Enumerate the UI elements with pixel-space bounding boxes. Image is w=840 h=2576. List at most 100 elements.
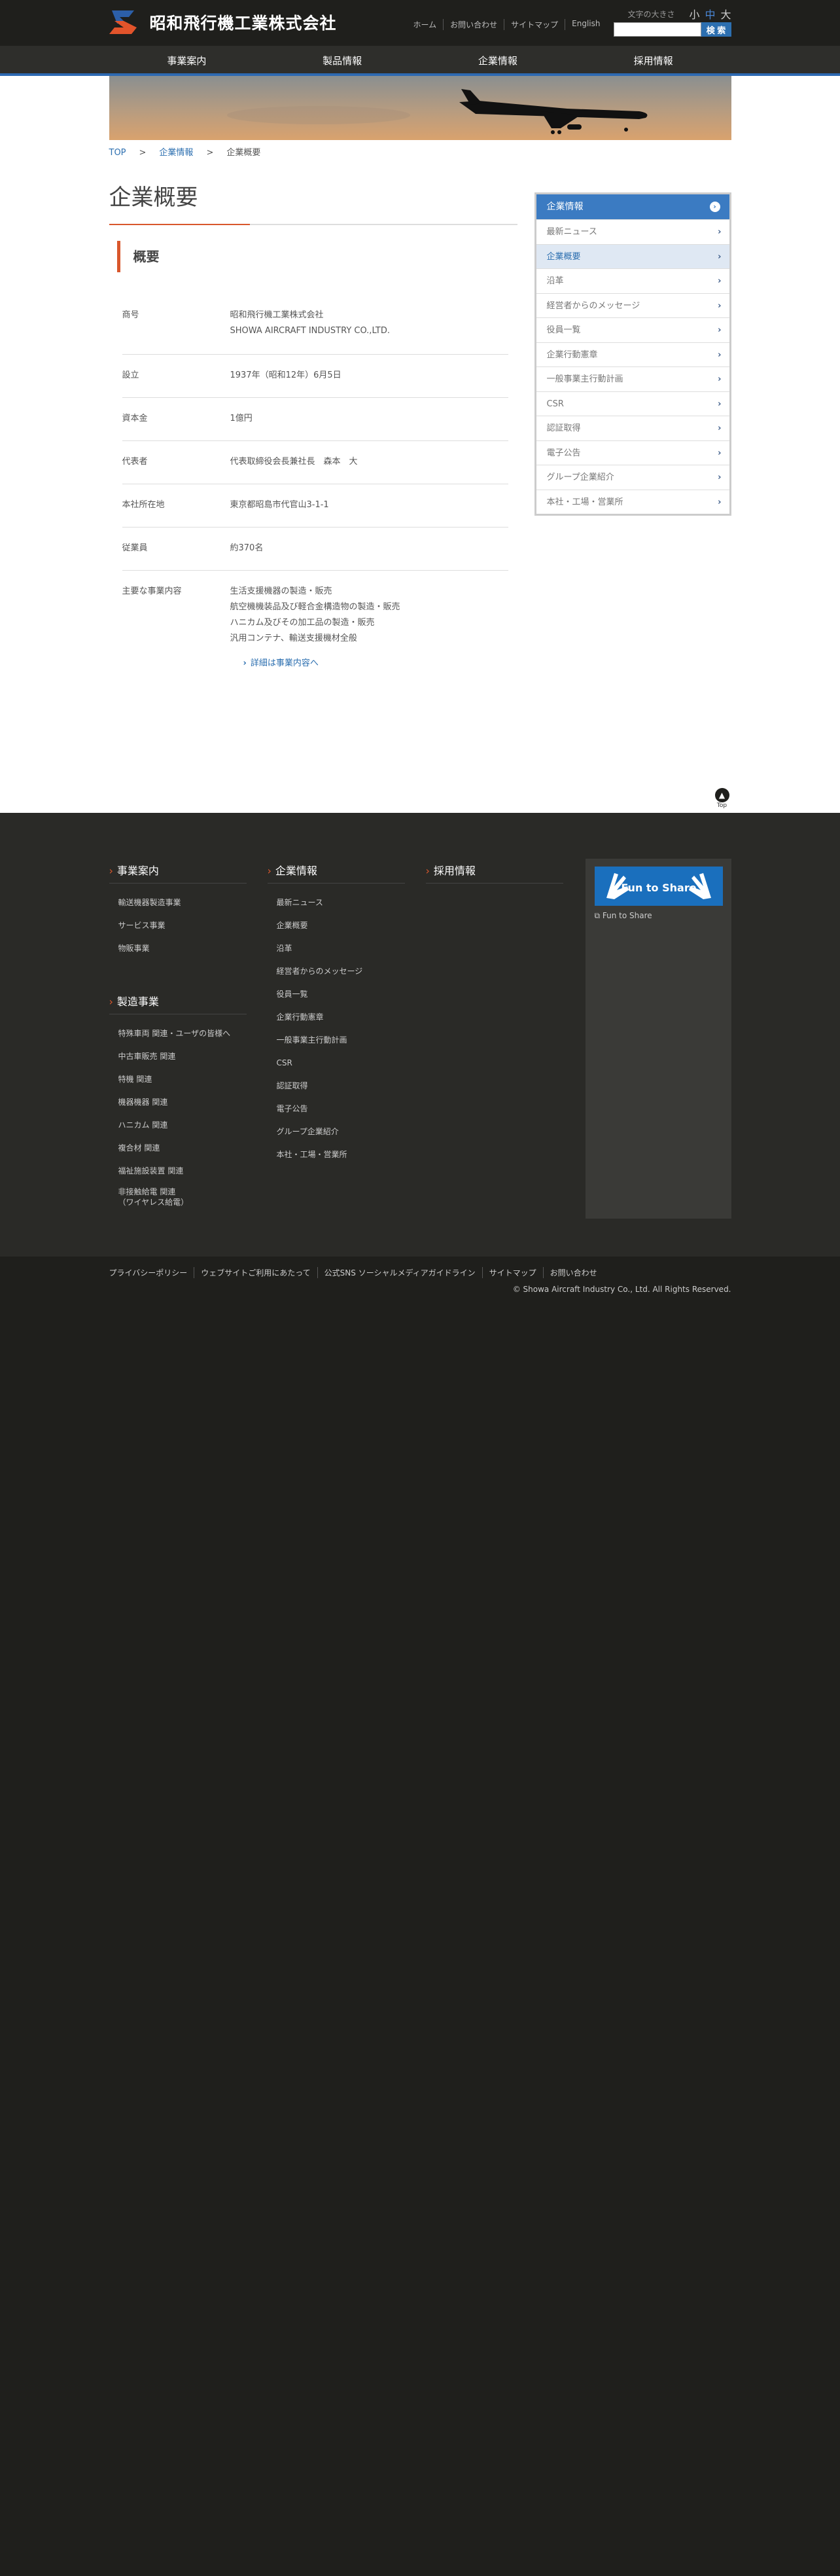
font-size-small[interactable]: 小 <box>689 6 699 22</box>
gnav-business[interactable]: 事業案内 <box>109 46 265 76</box>
info-value: 1937年（昭和12年）6月5日 <box>230 370 341 380</box>
arrow-up-icon: ▲ <box>714 788 729 802</box>
footer-link[interactable]: 電子公告 <box>268 1098 405 1120</box>
sidebar-item-news[interactable]: 最新ニュース › <box>536 219 729 244</box>
bottom-link-terms[interactable]: ウェブサイトご利用にあたって <box>194 1267 317 1278</box>
info-row-head-office: 本社所在地 東京都昭島市代官山3-1-1 <box>122 484 508 528</box>
info-row-representative: 代表者 代表取締役会長兼社長 森本 大 <box>122 441 508 484</box>
business-detail-link[interactable]: › 詳細は事業内容へ <box>243 656 508 668</box>
info-row-employees: 従業員 約370名 <box>122 528 508 571</box>
sidebar-item-e-notice[interactable]: 電子公告 › <box>536 440 729 465</box>
company-info-table: 商号 昭和飛行機工業株式会社 SHOWA AIRCRAFT INDUSTRY CO… <box>122 295 508 668</box>
footer-col-recruit: › 採用情報 <box>425 862 563 891</box>
footer-col-company: › 企業情報 最新ニュース 企業概要 沿革 経営者からのメッセージ 役員一覧 企業… <box>267 862 405 1166</box>
footer-link[interactable]: 最新ニュース <box>268 891 405 914</box>
breadcrumb-current: 企業概要 <box>226 148 261 158</box>
copyright: © Showa Aircraft Industry Co., Ltd. All … <box>512 1285 731 1294</box>
footer-link[interactable]: 中古車販売 関連 <box>109 1045 247 1068</box>
info-row-business: 主要な事業内容 生活支援機器の製造・販売 航空機機装品及び軽合金構造物の製造・販… <box>122 571 508 656</box>
util-link-sitemap[interactable]: サイトマップ <box>504 19 565 30</box>
chevron-right-icon: › <box>718 448 722 458</box>
info-value: 昭和飛行機工業株式会社 SHOWA AIRCRAFT INDUSTRY CO.,L… <box>230 310 390 336</box>
fun-to-share-link[interactable]: ⧉ Fun to Share <box>595 911 731 921</box>
footer-link[interactable]: 物販事業 <box>109 937 247 960</box>
bottom-link-sitemap[interactable]: サイトマップ <box>481 1267 543 1278</box>
sidebar-item-history[interactable]: 沿革 › <box>536 268 729 293</box>
utility-nav: ホーム お問い合わせ サイトマップ English <box>407 19 607 30</box>
back-to-top-button[interactable]: ▲ Top <box>713 788 731 809</box>
chevron-right-icon: › <box>718 300 722 311</box>
footer-link[interactable]: 企業概要 <box>268 914 405 937</box>
chevron-right-icon: › <box>425 865 430 877</box>
footer-link[interactable]: 本社・工場・営業所 <box>268 1143 405 1166</box>
page-title: 企業概要 <box>109 179 517 225</box>
footer-link[interactable]: CSR <box>268 1052 405 1075</box>
sidebar-item-csr[interactable]: CSR › <box>536 391 729 416</box>
util-link-home[interactable]: ホーム <box>407 19 444 30</box>
bottom-link-contact[interactable]: お問い合わせ <box>542 1267 604 1278</box>
sidebar-item-officers[interactable]: 役員一覧 › <box>536 317 729 342</box>
footer-link[interactable]: 機器機器 関連 <box>109 1091 247 1114</box>
footer-heading-recruit[interactable]: › 採用情報 <box>425 862 563 884</box>
global-nav: 事業案内 製品情報 企業情報 採用情報 <box>0 46 840 76</box>
footer-link[interactable]: 経営者からのメッセージ <box>268 960 405 983</box>
font-size-medium[interactable]: 中 <box>705 6 715 22</box>
fun-to-share-banner[interactable]: Fun to Share <box>594 867 723 906</box>
footer-link[interactable]: 企業行動憲章 <box>268 1006 405 1029</box>
footer-heading-business[interactable]: › 事業案内 <box>109 862 247 884</box>
chevron-right-icon: › <box>718 399 722 409</box>
footer-link[interactable]: グループ企業紹介 <box>268 1120 405 1143</box>
gnav-company[interactable]: 企業情報 <box>420 46 576 76</box>
footer-link[interactable]: 特機 関連 <box>109 1068 247 1091</box>
breadcrumb-top[interactable]: TOP <box>109 148 126 158</box>
sidebar-head[interactable]: 企業情報 › <box>536 194 729 219</box>
footer-link[interactable]: ハニカム 関連 <box>109 1114 247 1137</box>
footer-link[interactable]: 輸送機器製造事業 <box>109 891 247 914</box>
footer-link[interactable]: 非接触給電 関連 （ワイヤレス給電） <box>109 1183 247 1214</box>
breadcrumb: TOP > 企業情報 > 企業概要 <box>109 148 261 158</box>
footer-link[interactable]: 複合材 関連 <box>109 1137 247 1160</box>
breadcrumb-company[interactable]: 企業情報 <box>159 148 193 158</box>
footer-link[interactable]: 沿革 <box>268 937 405 960</box>
footer-heading-manufacturing[interactable]: › 製造事業 <box>109 993 247 1014</box>
footer-link[interactable]: サービス事業 <box>109 914 247 937</box>
bottom-link-privacy[interactable]: プライバシーポリシー <box>109 1267 194 1278</box>
search-input[interactable] <box>613 22 701 37</box>
util-link-english[interactable]: English <box>565 19 606 30</box>
chevron-right-icon: › <box>718 374 722 384</box>
info-row-capital: 資本金 1億円 <box>122 398 508 441</box>
site-logo[interactable]: 昭和飛行機工業株式会社 <box>109 9 337 35</box>
chevron-right-icon: › <box>718 473 722 482</box>
footer-link[interactable]: 役員一覧 <box>268 983 405 1006</box>
bottom-link-sns-guideline[interactable]: 公式SNS ソーシャルメディアガイドライン <box>317 1267 482 1278</box>
chevron-right-icon: › <box>109 995 113 1008</box>
sidebar-item-charter[interactable]: 企業行動憲章 › <box>536 342 729 367</box>
info-label: 商号 <box>122 310 139 320</box>
footer-link[interactable]: 福祉施設装置 関連 <box>109 1160 247 1183</box>
footer-link[interactable]: 一般事業主行動計画 <box>268 1029 405 1052</box>
info-value: 代表取締役会長兼社長 森本 大 <box>230 457 358 467</box>
gnav-recruit[interactable]: 採用情報 <box>576 46 731 76</box>
footer-link[interactable]: 認証取得 <box>268 1075 405 1098</box>
section-title: 概要 <box>116 241 517 272</box>
sidebar-item-overview[interactable]: 企業概要 › <box>536 243 729 268</box>
footer-link[interactable]: 特殊車両 関連・ユーザの皆様へ <box>109 1022 247 1045</box>
gnav-products[interactable]: 製品情報 <box>264 46 420 76</box>
sidebar-item-message[interactable]: 経営者からのメッセージ › <box>536 293 729 318</box>
info-label: 設立 <box>122 370 139 380</box>
font-size-large[interactable]: 大 <box>720 6 731 22</box>
util-link-contact[interactable]: お問い合わせ <box>443 19 504 30</box>
sidebar-item-offices[interactable]: 本社・工場・営業所 › <box>536 489 729 514</box>
sidebar-nav: 企業情報 › 最新ニュース › 企業概要 › 沿革 › 経営者からのメッセージ › 役員一… <box>534 192 731 516</box>
sidebar-item-group[interactable]: グループ企業紹介 › <box>536 465 729 490</box>
logo-mark-icon <box>109 10 137 34</box>
info-label: 主要な事業内容 <box>122 586 182 596</box>
font-size-switcher: 文字の大きさ 小 中 大 <box>627 6 731 22</box>
sidebar-item-action-plan[interactable]: 一般事業主行動計画 › <box>536 367 729 391</box>
info-value: 約370名 <box>230 543 264 553</box>
footer-banner-box: Fun to Share ⧉ Fun to Share <box>585 859 731 1219</box>
site-header: 昭和飛行機工業株式会社 ホーム お問い合わせ サイトマップ English 文字… <box>0 0 840 46</box>
sidebar-item-certification[interactable]: 認証取得 › <box>536 416 729 440</box>
footer-heading-company[interactable]: › 企業情報 <box>267 862 405 884</box>
search-button[interactable]: 検 索 <box>701 22 731 37</box>
